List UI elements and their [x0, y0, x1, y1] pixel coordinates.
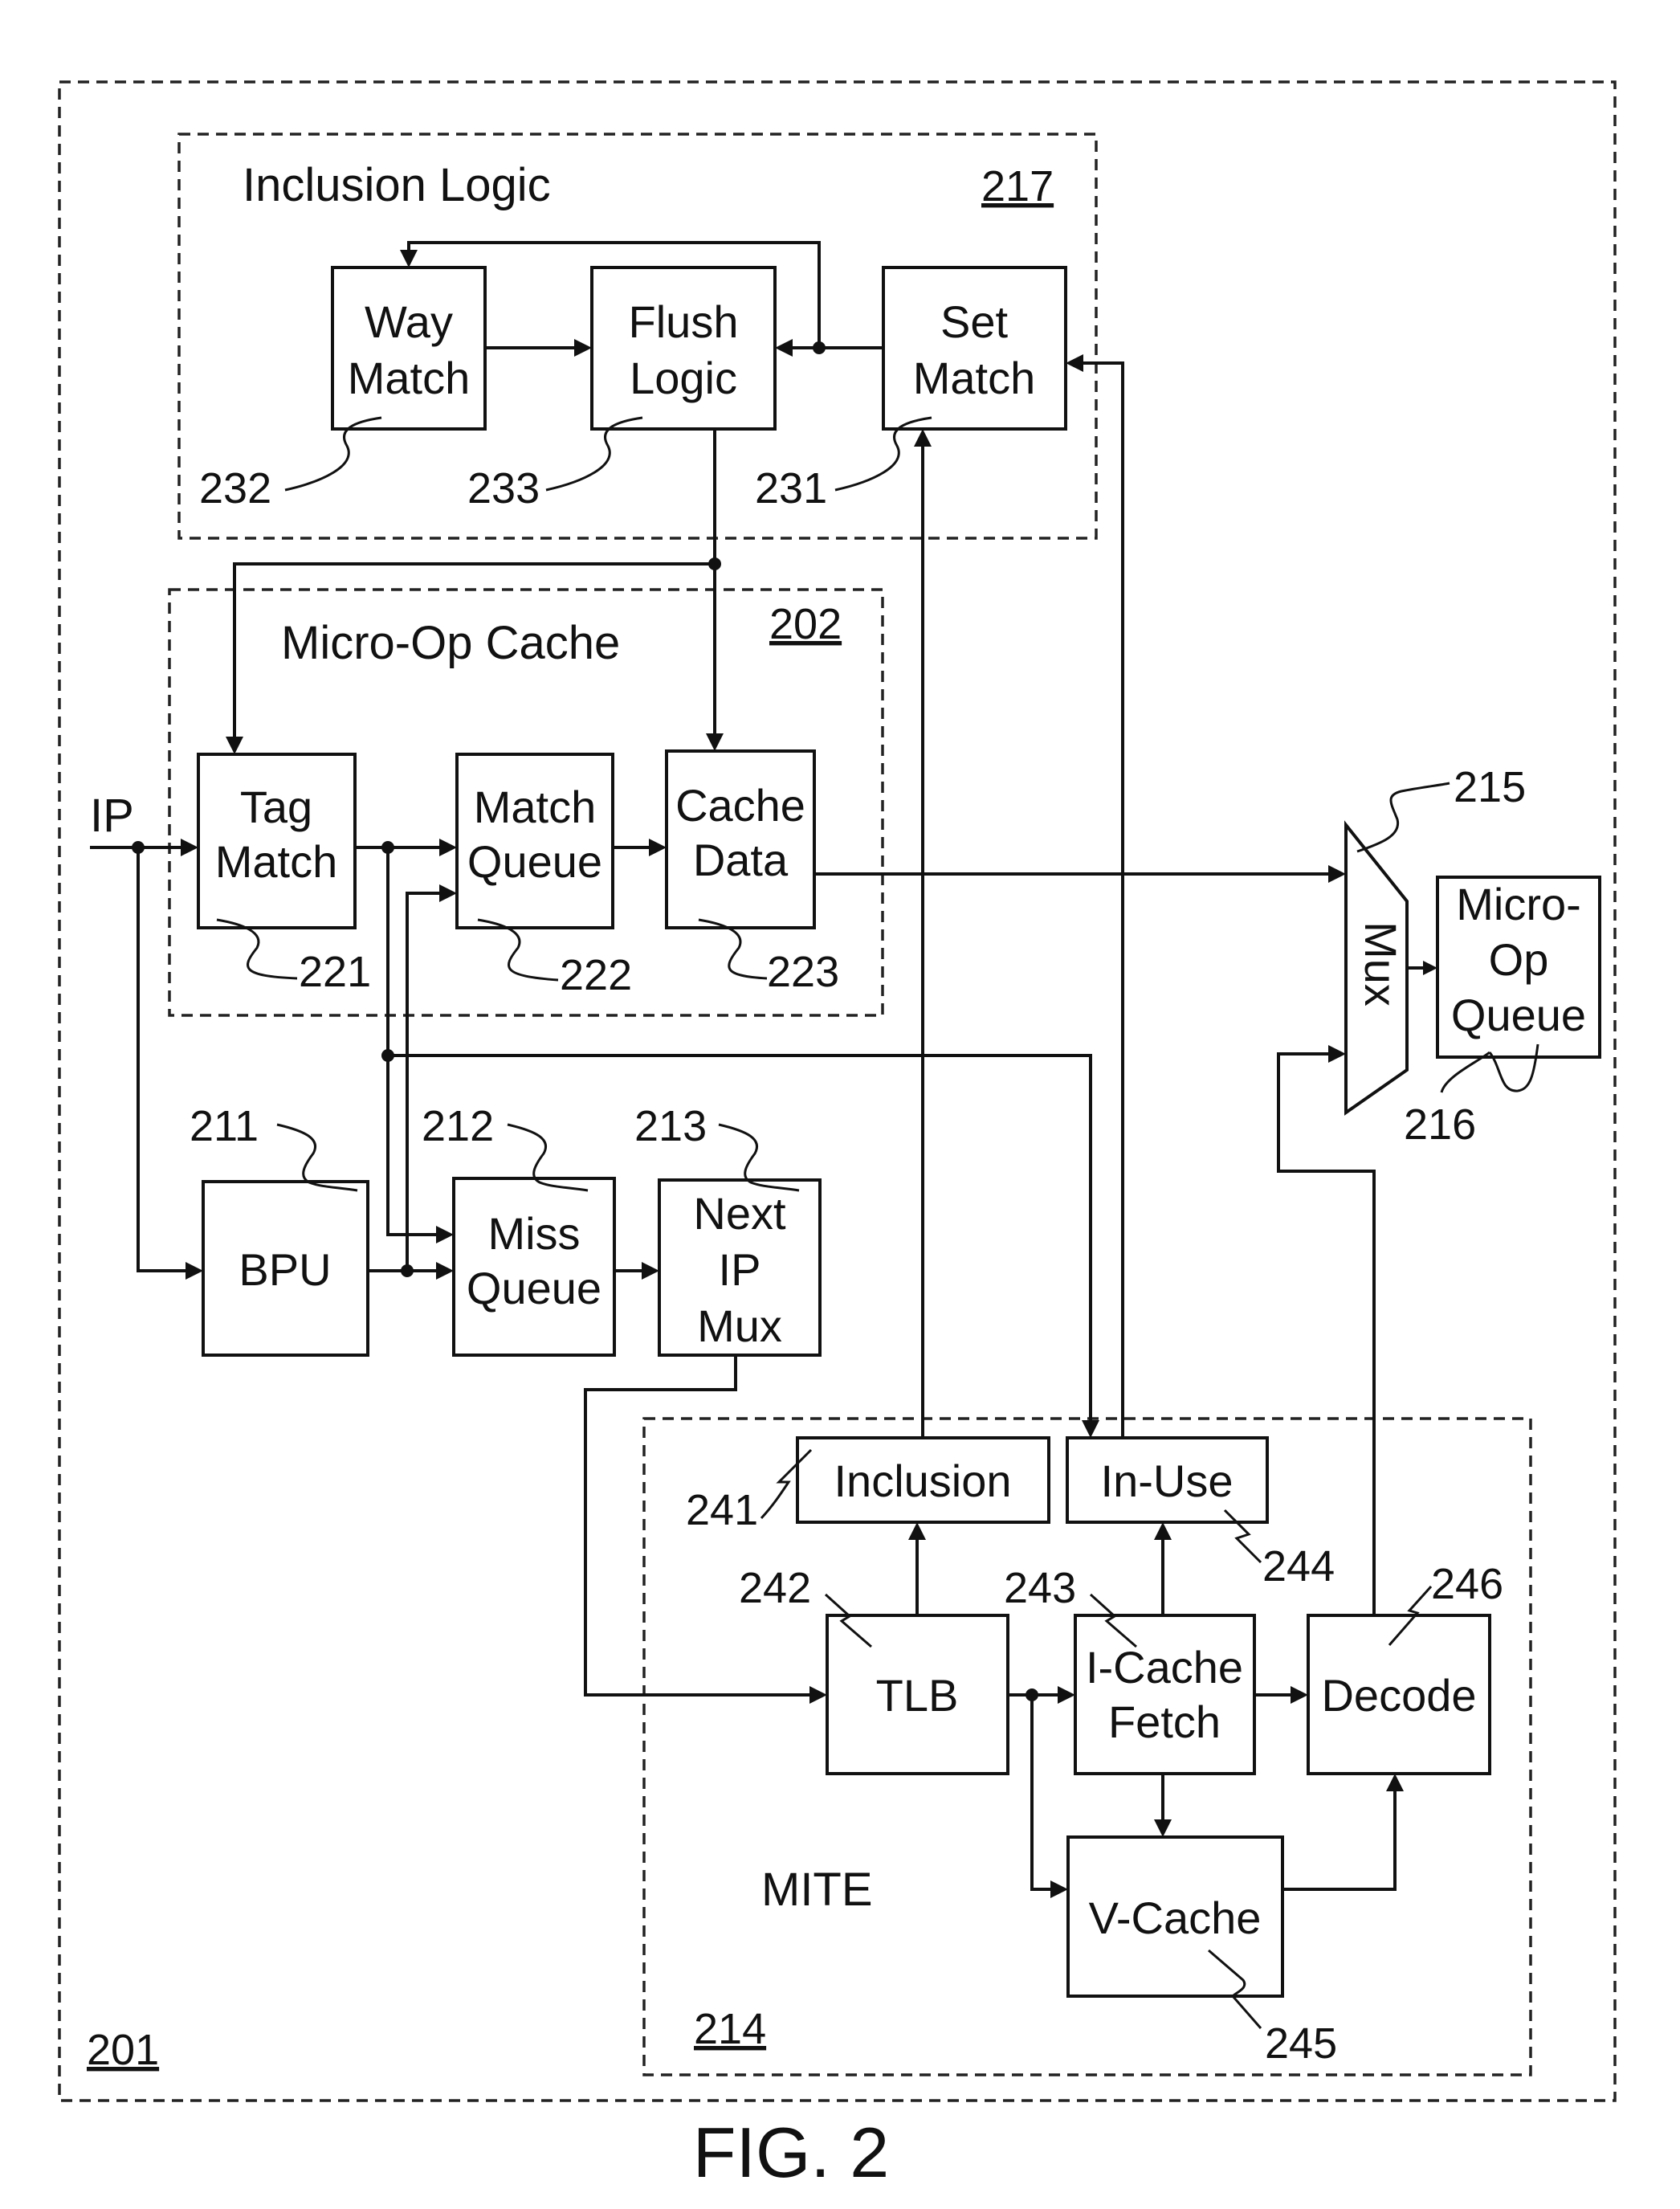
cache-data-block: Cache Data — [665, 749, 816, 929]
figure-caption: FIG. 2 — [693, 2113, 890, 2192]
decode-block: Decode — [1307, 1614, 1491, 1775]
svg-text:Micro-: Micro- — [1456, 879, 1581, 929]
ref-241: 241 — [686, 1486, 758, 1534]
mite-title: MITE — [761, 1864, 873, 1916]
mux-block: Mux — [1344, 820, 1409, 1116]
ref-245: 245 — [1265, 2019, 1337, 2068]
svg-text:TLB: TLB — [876, 1670, 959, 1721]
icache-fetch-block: I-Cache Fetch — [1074, 1614, 1256, 1775]
svg-text:Logic: Logic — [630, 353, 737, 403]
mite-ref: 214 — [694, 2005, 766, 2053]
svg-text:Op: Op — [1489, 934, 1549, 985]
ref-243: 243 — [1004, 1564, 1076, 1612]
ref-231: 231 — [755, 464, 827, 512]
flush-logic-block: Flush Logic — [590, 266, 777, 431]
ref-216: 216 — [1404, 1100, 1476, 1149]
outer-system-boundary — [58, 80, 1617, 2102]
ref-213: 213 — [634, 1102, 707, 1150]
outer-ref: 201 — [87, 2026, 159, 2074]
ref-215: 215 — [1454, 763, 1526, 811]
miss-queue-block: Miss Queue — [452, 1177, 616, 1357]
svg-text:Match: Match — [474, 782, 597, 832]
svg-text:I-Cache: I-Cache — [1086, 1642, 1243, 1692]
svg-text:Data: Data — [693, 835, 789, 885]
vcache-block: V-Cache — [1066, 1835, 1284, 1998]
set-match-block: Set Match — [882, 266, 1067, 431]
ref-242: 242 — [739, 1564, 811, 1612]
ref-244: 244 — [1262, 1542, 1335, 1590]
ref-246: 246 — [1431, 1560, 1503, 1608]
ref-223: 223 — [767, 948, 839, 996]
micro-op-queue-block: Micro- Op Queue — [1436, 876, 1601, 1059]
ref-233: 233 — [467, 464, 540, 512]
bpu-block: BPU — [202, 1180, 369, 1357]
inclusion-logic-title: Inclusion Logic — [243, 159, 551, 211]
svg-text:Inclusion: Inclusion — [834, 1456, 1011, 1506]
micro-op-cache-ref: 202 — [769, 600, 842, 648]
match-queue-block: Match Queue — [455, 753, 614, 929]
svg-text:Fetch: Fetch — [1108, 1697, 1221, 1747]
svg-text:Mux: Mux — [1356, 921, 1406, 1007]
ref-232: 232 — [199, 464, 271, 512]
svg-text:BPU: BPU — [239, 1244, 331, 1295]
svg-text:Tag: Tag — [240, 782, 312, 832]
svg-text:Decode: Decode — [1321, 1670, 1476, 1721]
svg-text:Match: Match — [913, 353, 1036, 403]
svg-text:In-Use: In-Use — [1101, 1456, 1233, 1506]
tag-match-block: Tag Match — [197, 753, 357, 929]
svg-text:Set: Set — [940, 296, 1008, 347]
svg-text:Flush: Flush — [629, 296, 739, 347]
patent-diagram: Inclusion Logic 217 Micro-Op Cache 202 M… — [58, 80, 1617, 2192]
svg-text:V-Cache: V-Cache — [1089, 1893, 1262, 1943]
tlb-block: TLB — [826, 1614, 1009, 1775]
micro-op-cache-title: Micro-Op Cache — [281, 617, 620, 669]
svg-text:Mux: Mux — [697, 1300, 782, 1351]
svg-text:Match: Match — [215, 836, 338, 887]
ref-222: 222 — [560, 951, 632, 999]
svg-text:Queue: Queue — [1451, 990, 1586, 1040]
svg-text:Miss: Miss — [487, 1208, 580, 1259]
svg-text:Match: Match — [348, 353, 471, 403]
ref-211: 211 — [190, 1102, 259, 1150]
svg-text:Queue: Queue — [467, 836, 602, 887]
inclusion-logic-ref: 217 — [981, 162, 1054, 210]
way-match-block: Way Match — [331, 266, 487, 431]
ref-212: 212 — [422, 1102, 494, 1150]
next-ip-mux-block: Next IP Mux — [658, 1178, 822, 1357]
svg-text:IP: IP — [719, 1244, 761, 1295]
inclusion-block: Inclusion — [796, 1436, 1050, 1524]
svg-text:Queue: Queue — [467, 1263, 601, 1313]
svg-text:Next: Next — [693, 1188, 786, 1239]
svg-text:Cache: Cache — [675, 780, 805, 831]
ref-221: 221 — [299, 948, 371, 996]
svg-text:Way: Way — [365, 296, 453, 347]
in-use-block: In-Use — [1066, 1436, 1269, 1524]
ip-input-label: IP — [90, 790, 134, 842]
